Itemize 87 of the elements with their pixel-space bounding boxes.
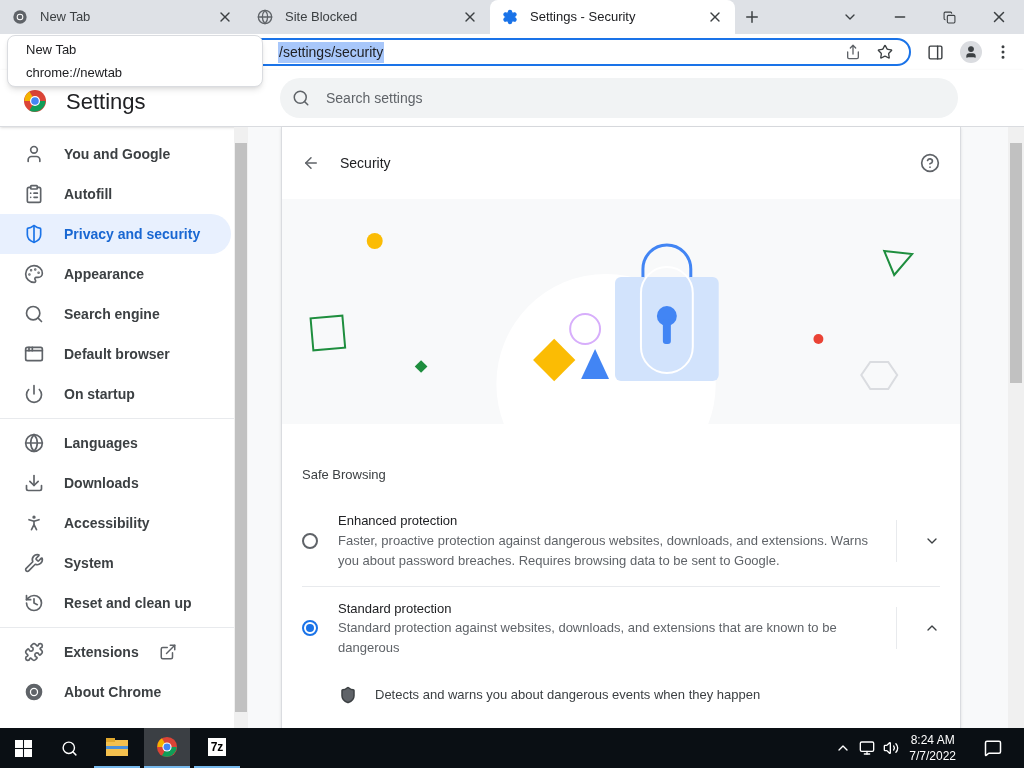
clock[interactable]: 8:24 AM 7/7/2022 (903, 732, 962, 764)
chrome-icon (24, 682, 44, 702)
search-icon (24, 304, 44, 324)
sidebar-label: You and Google (64, 144, 171, 164)
option-title: Standard protection (338, 599, 453, 618)
sidebar-label: Search engine (64, 304, 160, 324)
download-icon (24, 473, 44, 493)
sidebar-label: Appearance (64, 264, 145, 284)
palette-icon (24, 264, 44, 284)
chrome-logo-icon (23, 89, 47, 113)
archiver-logo: 7z (207, 738, 227, 756)
radio-button[interactable] (302, 532, 318, 549)
profile-avatar-icon[interactable] (960, 41, 982, 63)
globe-icon (24, 433, 44, 453)
sidebar-label: Reset and clean up (64, 593, 192, 613)
share-icon[interactable] (845, 44, 861, 60)
option-title: Enhanced protection (338, 512, 459, 530)
sidebar-item[interactable]: Privacy and security (0, 214, 231, 254)
sidebar-item[interactable]: You and Google (0, 134, 231, 174)
search-icon (292, 89, 310, 107)
option-description: Faster, proactive protection against dangerous websites, downloads, and extensions. Warns you about password breaches. Requires browsing data to be sent to Google. (338, 531, 869, 570)
sidebar-label: On startup (64, 384, 135, 404)
new-tab-icon[interactable] (743, 8, 761, 26)
help-icon[interactable] (920, 153, 940, 173)
sidebar-label: Languages (64, 433, 138, 453)
sidebar-item[interactable]: On startup (0, 374, 231, 414)
tab-title: Settings - Security (530, 8, 637, 27)
tooltip-url: chrome://newtab (26, 64, 124, 82)
puzzle-icon (24, 642, 44, 662)
section-heading: Safe Browsing (302, 467, 386, 482)
notifications-icon[interactable] (984, 739, 1002, 757)
tooltip-title: New Tab (26, 40, 78, 59)
side-panel-icon[interactable] (927, 43, 944, 61)
sidebar-item[interactable]: Accessibility (0, 503, 231, 543)
sidebar-item[interactable]: System (0, 543, 231, 583)
folder-icon (106, 738, 128, 756)
network-icon[interactable] (859, 740, 876, 756)
time: 8:24 AM (910, 732, 955, 748)
chrome-icon (12, 9, 28, 25)
sidebar-item[interactable]: Reset and clean up (0, 583, 231, 623)
sidebar-item[interactable]: Autofill (0, 174, 231, 214)
shield-icon (24, 224, 44, 244)
sidebar-label: Autofill (64, 184, 113, 204)
sidebar-item[interactable]: Extensions (0, 632, 231, 672)
scrollbar[interactable] (1008, 127, 1024, 728)
sidebar-label: System (64, 553, 114, 573)
taskbar-app[interactable] (144, 728, 190, 768)
restore-icon[interactable] (943, 10, 956, 24)
sidebar-label: Default browser (64, 344, 170, 364)
history-icon (24, 593, 44, 613)
tab-title: New Tab (40, 8, 92, 27)
chrome-logo-icon (156, 736, 178, 758)
person-icon (24, 144, 44, 164)
search-field[interactable]: Search settings (280, 78, 958, 118)
sidebar-label: About Chrome (64, 682, 162, 702)
option-description: Standard protection against websites, downloads, and extensions that are known to be dangerous (338, 619, 838, 657)
scrollbar[interactable] (234, 127, 248, 728)
sidebar-label: Downloads (64, 473, 139, 493)
sidebar-label: Accessibility (64, 513, 150, 533)
globe-icon (257, 9, 273, 25)
detail-text: Detects and warns you about dangerous events when they happen (375, 686, 761, 704)
taskbar-app[interactable]: 7z (194, 728, 240, 768)
wrench-icon (24, 553, 44, 573)
search-icon[interactable] (61, 739, 78, 757)
shield-icon (339, 685, 357, 704)
sidebar-item[interactable]: Downloads (0, 463, 231, 503)
sidebar-label: Extensions (64, 642, 139, 662)
address-text: /settings/security (278, 41, 385, 63)
volume-icon[interactable] (883, 740, 900, 756)
settings-icon (502, 9, 518, 25)
page-title: Security (340, 153, 392, 173)
clipboard-icon (24, 184, 44, 204)
power-icon (24, 384, 44, 404)
settings-title: Settings (66, 87, 147, 116)
browser-tab[interactable]: Settings - Security (490, 0, 735, 34)
sidebar-item[interactable]: Default browser (0, 334, 231, 374)
radio-button[interactable] (302, 620, 318, 637)
date: 7/7/2022 (909, 748, 956, 764)
browser-window-icon (24, 344, 44, 364)
windows-start-icon[interactable] (15, 739, 32, 757)
bookmark-star-icon[interactable] (877, 44, 893, 60)
sidebar-label: Privacy and security (64, 224, 201, 244)
sidebar-item[interactable]: About Chrome (0, 672, 231, 712)
sidebar-item[interactable]: Search engine (0, 294, 231, 334)
tab-title: Site Blocked (285, 8, 359, 27)
sidebar-item[interactable]: Languages (0, 423, 231, 463)
sidebar-item[interactable]: Appearance (0, 254, 231, 294)
